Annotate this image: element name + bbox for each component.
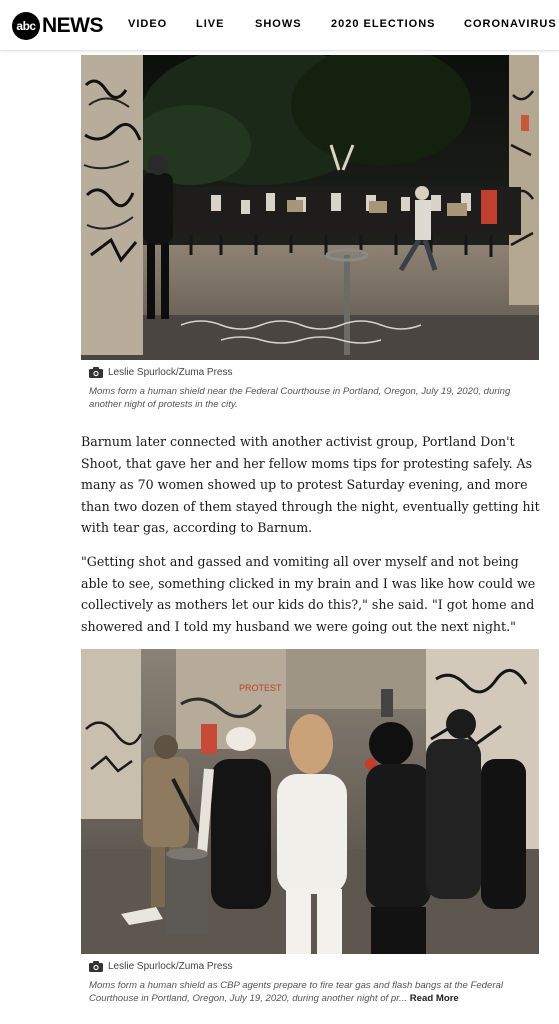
camera-icon	[89, 367, 103, 378]
photo-2-credit-text: Leslie Spurlock/Zuma Press	[108, 961, 233, 972]
camera-icon	[89, 961, 103, 972]
nav-2020-elections[interactable]: 2020 ELECTIONS	[331, 18, 435, 30]
abc-logo-mark: abc	[12, 12, 40, 40]
protest-photo-2[interactable]: PROTEST	[81, 649, 539, 954]
body-paragraph-1: Barnum later connected with another acti…	[81, 434, 540, 535]
news-logo-word: NEWS	[42, 14, 104, 37]
read-more-link[interactable]: Read More	[410, 993, 459, 1004]
body-paragraph-2: "Getting shot and gassed and vomiting al…	[81, 554, 536, 634]
photo-2-caption: Moms form a human shield as CBP agents p…	[89, 979, 535, 1005]
top-navigation: abc NEWS VIDEO LIVE SHOWS 2020 ELECTIONS…	[0, 0, 559, 51]
photo-1-caption: Moms form a human shield near the Federa…	[89, 386, 511, 410]
nav-coronavirus[interactable]: CORONAVIRUS	[464, 18, 557, 30]
protest-photo-1[interactable]	[81, 55, 539, 360]
photo-1-credit: Leslie Spurlock/Zuma Press	[89, 367, 233, 378]
nav-video[interactable]: VIDEO	[128, 18, 167, 30]
photo-1-credit-text: Leslie Spurlock/Zuma Press	[108, 367, 233, 378]
protest-photo-2-image: PROTEST	[81, 649, 539, 954]
nav-shows[interactable]: SHOWS	[255, 18, 302, 30]
protest-photo-1-image	[81, 55, 539, 360]
photo-2-credit: Leslie Spurlock/Zuma Press	[89, 961, 233, 972]
abc-news-logo[interactable]: abc NEWS	[12, 12, 104, 40]
nav-live[interactable]: LIVE	[196, 18, 224, 30]
svg-text:PROTEST: PROTEST	[239, 683, 282, 693]
